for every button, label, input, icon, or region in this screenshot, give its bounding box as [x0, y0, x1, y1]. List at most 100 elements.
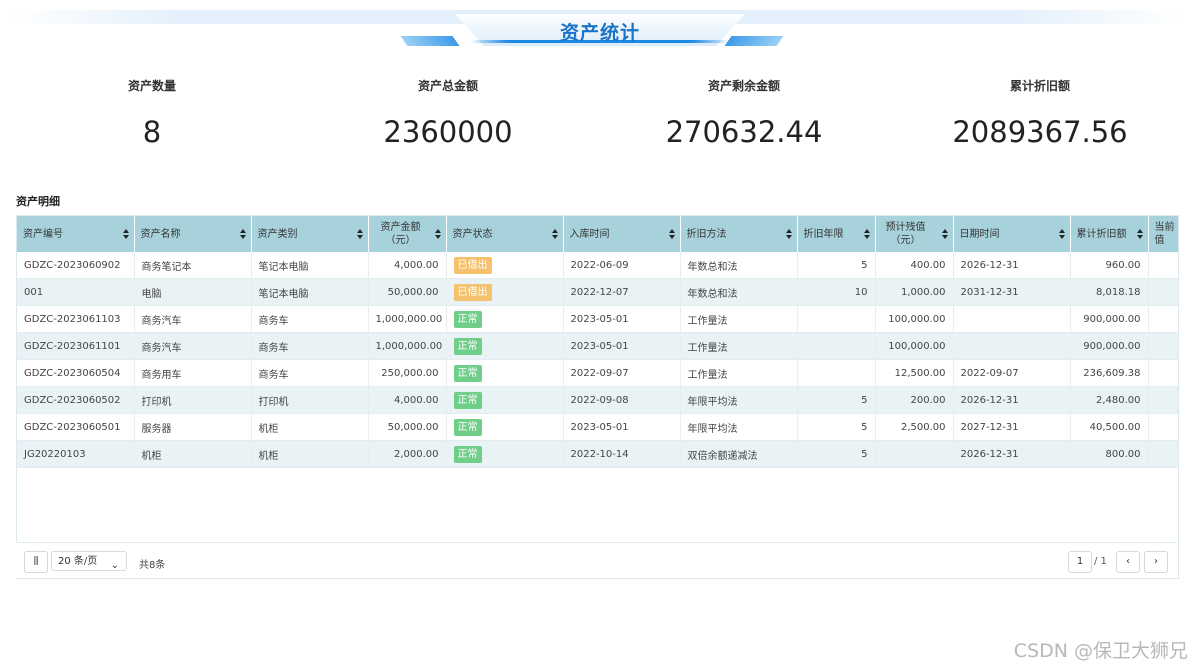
cell-residual: 100,000.00: [875, 305, 954, 333]
column-header-status[interactable]: 资产状态: [446, 216, 564, 252]
column-header-label: 资产名称: [140, 228, 181, 240]
column-header-method[interactable]: 折旧方法: [680, 216, 798, 252]
cell-method: 年限平均法: [680, 386, 798, 414]
cell-name: 服务器: [134, 413, 252, 441]
column-header-label: 折旧方法: [686, 228, 727, 240]
sort-icon[interactable]: [356, 229, 363, 239]
cell-amount: 2,000.00: [368, 440, 447, 468]
sort-icon[interactable]: [122, 229, 129, 239]
column-header-code[interactable]: 资产编号: [17, 216, 135, 252]
column-header-years[interactable]: 折旧年限: [797, 216, 876, 252]
table-row[interactable]: GDZC-2023060502 打印机 打印机 4,000.00 正常 2022-09-0…: [17, 386, 1178, 414]
cell-code: GDZC-2023061101: [17, 332, 135, 360]
cell-current-value: 1: [1148, 305, 1178, 333]
sort-icon[interactable]: [1058, 229, 1065, 239]
cell-method: 年限平均法: [680, 413, 798, 441]
column-header-name[interactable]: 资产名称: [134, 216, 252, 252]
table-row[interactable]: GDZC-2023061101 商务汽车 商务车 1,000,000.00 正常 2023…: [17, 332, 1178, 360]
cell-accumulated: 960.00: [1070, 252, 1149, 279]
prev-page-button[interactable]: ‹: [1116, 551, 1140, 573]
column-header-current-value[interactable]: 当前值: [1148, 216, 1178, 252]
stat-label: 资产总金额: [417, 79, 478, 93]
cell-category: 笔记本电脑: [251, 278, 369, 306]
cell-name: 机柜: [134, 440, 252, 468]
cell-status: 正常: [446, 332, 564, 360]
cell-years: [797, 359, 876, 387]
table-row[interactable]: JG20220103 机柜 机柜 2,000.00 正常 2022-10-14 双倍余额递减…: [17, 440, 1178, 468]
cell-name: 商务汽车: [134, 305, 252, 333]
cell-accumulated: 236,609.38: [1070, 359, 1149, 387]
stat-value: 8: [142, 115, 162, 149]
cell-date: [953, 332, 1071, 360]
cell-name: 打印机: [134, 386, 252, 414]
column-header-amount[interactable]: 资产金额（元）: [368, 216, 447, 252]
status-badge: 已借出: [453, 283, 492, 301]
next-page-button[interactable]: ›: [1144, 551, 1168, 573]
chevron-down-icon: ⌄: [110, 560, 119, 571]
cell-current-value: 4: [1148, 278, 1178, 306]
sort-icon[interactable]: [863, 229, 870, 239]
cell-residual: 200.00: [875, 386, 954, 414]
page-number-input[interactable]: 1: [1068, 551, 1092, 573]
cell-amount: 250,000.00: [368, 359, 447, 387]
column-header-date[interactable]: 日期时间: [953, 216, 1071, 252]
sort-icon[interactable]: [434, 229, 441, 239]
cell-method: 年数总和法: [680, 252, 798, 279]
column-header-residual[interactable]: 预计残值（元）: [875, 216, 954, 252]
cell-accumulated: 40,500.00: [1070, 413, 1149, 441]
sort-icon[interactable]: [239, 229, 246, 239]
status-badge: 正常: [453, 418, 482, 436]
cell-accumulated: 800.00: [1070, 440, 1149, 468]
sort-icon[interactable]: [941, 229, 948, 239]
cell-in-date: 2022-10-14: [563, 440, 681, 468]
cell-category: 打印机: [251, 386, 369, 414]
cell-current-value: [1148, 386, 1178, 414]
status-badge: 正常: [453, 445, 482, 463]
table-row[interactable]: GDZC-2023061103 商务汽车 商务车 1,000,000.00 正常 2023…: [17, 305, 1178, 333]
column-header-label: 累计折旧额: [1076, 228, 1127, 240]
column-header-label: 当前值: [1154, 222, 1175, 246]
column-toggle-icon[interactable]: ⫼: [24, 551, 48, 573]
page-size-value: 20 条/页: [58, 556, 98, 567]
cell-current-value: 1: [1148, 332, 1178, 360]
column-header-category[interactable]: 资产类别: [251, 216, 369, 252]
status-badge: 正常: [453, 364, 482, 382]
column-header-label: 折旧年限: [803, 228, 844, 240]
cell-current-value: [1148, 440, 1178, 468]
cell-date: 2027-12-31: [953, 413, 1071, 441]
cell-name: 电脑: [134, 278, 252, 306]
cell-in-date: 2023-05-01: [563, 332, 681, 360]
cell-current-value: [1148, 359, 1178, 387]
table-row[interactable]: GDZC-2023060501 服务器 机柜 50,000.00 正常 2023-05-0…: [17, 413, 1178, 441]
page-size-select[interactable]: 20 条/页 ⌄: [51, 551, 127, 571]
stat-value: 2089367.56: [952, 115, 1128, 149]
cell-years: 10: [797, 278, 876, 306]
column-header-label: 入库时间: [569, 228, 610, 240]
stat-value: 270632.44: [665, 115, 823, 149]
table-row[interactable]: 001 电脑 笔记本电脑 50,000.00 已借出 2022-12-07 年数总和法 10 1…: [17, 278, 1178, 306]
column-header-label: 资产编号: [23, 228, 63, 240]
table-row[interactable]: GDZC-2023060902 商务笔记本 笔记本电脑 4,000.00 已借出 2022…: [17, 252, 1178, 279]
column-header-label: 预计残值（元）: [885, 222, 926, 246]
sort-icon[interactable]: [551, 229, 558, 239]
cell-name: 商务笔记本: [134, 252, 252, 279]
cell-category: 商务车: [251, 359, 369, 387]
status-badge: 正常: [453, 310, 482, 328]
sort-icon[interactable]: [785, 229, 792, 239]
status-badge: 已借出: [453, 256, 492, 274]
cell-category: 商务车: [251, 305, 369, 333]
cell-method: 工作量法: [680, 305, 798, 333]
cell-code: GDZC-2023060502: [17, 386, 135, 414]
column-header-label: 资产类别: [257, 228, 298, 240]
column-header-label: 资产状态: [452, 228, 493, 240]
pagination-bar: ⫼ 20 条/页 ⌄ 共8条 1 / 1 ‹ ›: [16, 542, 1177, 578]
column-header-accumulated[interactable]: 累计折旧额: [1070, 216, 1149, 252]
stat-asset-count: 资产数量 8: [2, 70, 302, 149]
table-row[interactable]: GDZC-2023060504 商务用车 商务车 250,000.00 正常 2022-0…: [17, 359, 1178, 387]
sort-icon[interactable]: [1136, 229, 1143, 239]
sort-icon[interactable]: [668, 229, 675, 239]
cell-code: GDZC-2023061103: [17, 305, 135, 333]
cell-in-date: 2023-05-01: [563, 305, 681, 333]
column-header-in-date[interactable]: 入库时间: [563, 216, 681, 252]
stat-label: 资产数量: [127, 79, 176, 93]
